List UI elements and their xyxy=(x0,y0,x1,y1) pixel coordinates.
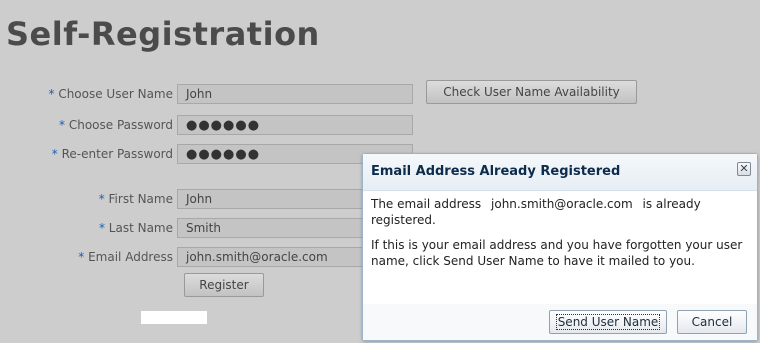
password-field[interactable]: ●●●●●● xyxy=(177,115,413,135)
close-icon[interactable]: ✕ xyxy=(737,162,751,176)
email-registered-dialog: Email Address Already Registered ✕ The e… xyxy=(362,153,758,341)
required-marker: * xyxy=(48,87,55,101)
required-marker: * xyxy=(78,250,85,264)
email-row: * Email Address john.smith@oracle.com xyxy=(0,247,420,269)
username-label: * Choose User Name xyxy=(48,87,173,101)
page-title: Self-Registration xyxy=(6,15,320,53)
dialog-body: The email address john.smith@oracle.com … xyxy=(371,196,747,278)
last-name-label: * Last Name xyxy=(98,221,173,235)
dialog-email-value: john.smith@oracle.com xyxy=(491,197,633,211)
required-marker: * xyxy=(98,192,105,206)
email-field[interactable]: john.smith@oracle.com xyxy=(177,247,363,267)
check-availability-button[interactable]: Check User Name Availability xyxy=(426,80,637,104)
required-marker: * xyxy=(59,118,65,132)
last-name-row: * Last Name Smith xyxy=(0,218,420,240)
dialog-title: Email Address Already Registered xyxy=(371,164,621,179)
required-marker: * xyxy=(98,221,105,235)
last-name-field[interactable]: Smith xyxy=(177,218,363,238)
first-name-label: * First Name xyxy=(98,192,173,206)
blank-panel xyxy=(141,311,207,324)
send-user-name-button[interactable]: Send User Name xyxy=(549,310,667,334)
first-name-row: * First Name John xyxy=(0,189,420,211)
password-row: * Choose Password ●●●●●● xyxy=(0,115,420,137)
dialog-message-email: The email address john.smith@oracle.com … xyxy=(371,197,701,227)
username-row: * Choose User Name John xyxy=(0,84,420,106)
password-confirm-row: * Re-enter Password ●●●●●● xyxy=(0,144,420,166)
password-confirm-label: * Re-enter Password xyxy=(51,147,173,161)
dialog-footer: Send User Name Cancel xyxy=(363,304,757,340)
required-marker: * xyxy=(51,147,58,161)
cancel-button[interactable]: Cancel xyxy=(677,310,747,334)
dialog-header: Email Address Already Registered ✕ xyxy=(363,154,757,191)
email-label: * Email Address xyxy=(78,250,173,264)
register-button[interactable]: Register xyxy=(184,273,264,297)
username-field[interactable]: John xyxy=(177,84,413,104)
first-name-field[interactable]: John xyxy=(177,189,363,209)
dialog-message-help: If this is your email address and you ha… xyxy=(371,238,743,268)
password-label: * Choose Password xyxy=(59,118,173,132)
